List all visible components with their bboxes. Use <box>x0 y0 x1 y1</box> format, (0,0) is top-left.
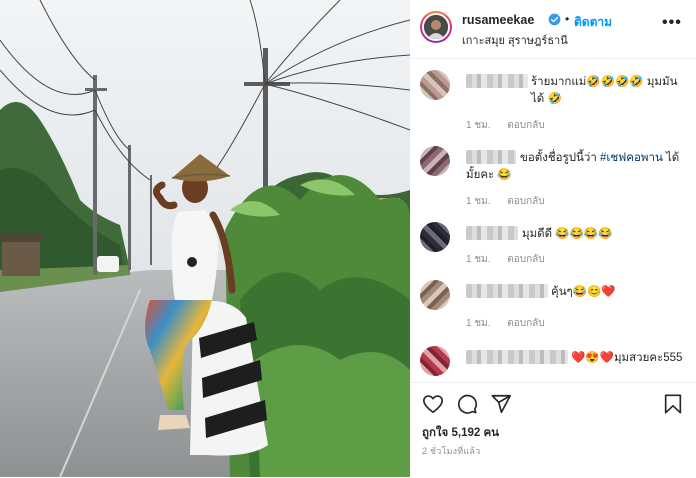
reply-button[interactable]: ตอบกลับ <box>507 254 544 265</box>
instagram-post: rusameekae • ติดตาม เกาะสมุย สุราษฎร์ธาน… <box>0 0 696 477</box>
comment-meta: 1 ชม. ตอบกลับ <box>466 252 559 267</box>
comment-meta: 1 ชม. ตอบกลับ <box>466 118 559 133</box>
comment-time: 1 ชม. <box>466 120 491 131</box>
location-link[interactable]: เกาะสมุย สุราษฎร์ธานี <box>462 31 568 49</box>
commenter-name-blurred[interactable] <box>466 284 548 298</box>
commenter-name-blurred[interactable] <box>466 74 528 88</box>
comment-text: มุมดีดี 😂😂😂😂 <box>522 228 613 240</box>
post-header: rusameekae • ติดตาม เกาะสมุย สุราษฎร์ธาน… <box>410 0 696 59</box>
avatar[interactable] <box>422 13 450 41</box>
post-panel: rusameekae • ติดตาม เกาะสมุย สุราษฎร์ธาน… <box>410 0 696 477</box>
story-ring[interactable] <box>420 11 452 43</box>
avatar-image <box>424 15 448 39</box>
commenter-avatar[interactable] <box>420 146 450 176</box>
commenter-avatar[interactable] <box>420 346 450 376</box>
photo-illustration <box>0 0 410 477</box>
more-options-icon[interactable]: ••• <box>662 14 682 32</box>
comment-meta: 1 ชม. ตอบกลับ <box>466 316 559 331</box>
comment-text: ❤️😍❤️มุมสวยคะ555 <box>571 352 683 364</box>
reply-button[interactable]: ตอบกลับ <box>507 318 544 329</box>
share-icon[interactable] <box>490 393 512 415</box>
comment-time: 1 ชม. <box>466 254 491 265</box>
separator-dot: • <box>565 12 570 26</box>
commenter-avatar[interactable] <box>420 70 450 100</box>
post-photo[interactable] <box>0 0 410 477</box>
comment-time: 1 ชม. <box>466 196 491 207</box>
follow-button[interactable]: ติดตาม <box>574 13 612 32</box>
commenter-name-blurred[interactable] <box>466 350 568 364</box>
reply-button[interactable]: ตอบกลับ <box>507 120 544 131</box>
post-actions: ถูกใจ 5,192 คน 2 ชั่วโมงที่แล้ว <box>410 382 696 478</box>
commenter-avatar[interactable] <box>420 222 450 252</box>
commenter-avatar[interactable] <box>420 280 450 310</box>
verified-badge-icon <box>548 13 561 26</box>
hashtag-link[interactable]: #เชฟคอพาน <box>600 152 663 164</box>
comment-icon[interactable] <box>456 393 478 415</box>
commenter-name-blurred[interactable] <box>466 226 518 240</box>
username-link[interactable]: rusameekae <box>462 13 534 27</box>
comment-time: 1 ชม. <box>466 318 491 329</box>
reply-button[interactable]: ตอบกลับ <box>507 196 544 207</box>
comment-text: ร้ายมากแม่🤣🤣🤣🤣 มุมมันได้ 🤣 <box>531 76 678 105</box>
post-time: 2 ชั่วโมงที่แล้ว <box>422 446 481 456</box>
comment-text: คุ้นๆ😂😊❤️ <box>551 286 616 298</box>
comments-list[interactable]: ร้ายมากแม่🤣🤣🤣🤣 มุมมันได้ 🤣 1 ชม. ตอบกลับ… <box>410 58 696 380</box>
comment-text-part: ขอตั้งชื่อรูปนี้ว่า <box>520 152 597 164</box>
comment-meta: 1 ชม. ตอบกลับ <box>466 194 559 209</box>
comment-text: ขอตั้งชื่อรูปนี้ว่า #เชฟคอพาน ได้มั้ยคะ … <box>466 150 688 184</box>
bookmark-icon[interactable] <box>662 393 684 415</box>
heart-icon[interactable] <box>422 393 444 415</box>
likes-count[interactable]: ถูกใจ 5,192 คน <box>422 424 499 442</box>
